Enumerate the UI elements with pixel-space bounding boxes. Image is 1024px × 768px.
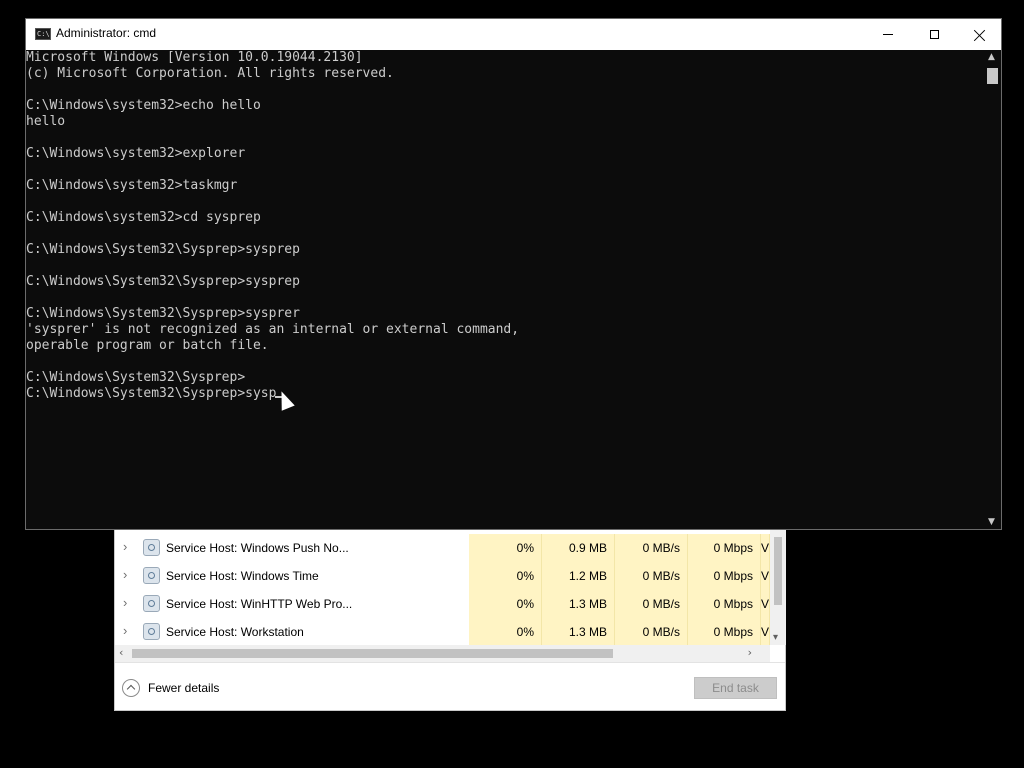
console-line: (c) Microsoft Corporation. All rights re…	[26, 66, 394, 81]
cpu-cell: 0%	[469, 618, 542, 646]
memory-cell: 1.2 MB	[542, 562, 615, 590]
console-input-line[interactable]: C:\Windows\System32\Sysprep>sysp	[26, 386, 984, 402]
scrollbar-thumb[interactable]	[132, 649, 613, 658]
process-name: Service Host: Windows Push No...	[166, 541, 349, 555]
cpu-cell: 0%	[469, 562, 542, 590]
vertical-scrollbar[interactable]: ▲ ▼	[984, 50, 1001, 529]
maximize-button[interactable]	[911, 19, 957, 50]
console-line: C:\Windows\system32>taskmgr	[26, 178, 238, 193]
title-bar[interactable]: C:\ Administrator: cmd	[26, 19, 1001, 50]
console-line: C:\Windows\system32>cd sysprep	[26, 210, 261, 225]
close-button[interactable]	[957, 19, 1003, 50]
scroll-up-icon[interactable]: ▲	[988, 52, 995, 62]
process-name: Service Host: WinHTTP Web Pro...	[166, 597, 353, 611]
chevron-up-icon	[122, 679, 140, 697]
chevron-right-icon[interactable]: ›	[123, 596, 133, 610]
maximize-icon	[929, 30, 939, 39]
console-line: C:\Windows\system32>echo hello	[26, 98, 261, 113]
chevron-right-icon[interactable]: ›	[123, 568, 133, 582]
close-icon	[974, 29, 986, 41]
horizontal-scrollbar[interactable]: ‹ ›	[115, 645, 770, 662]
chevron-right-icon[interactable]: ›	[123, 624, 133, 638]
process-row[interactable]: › Service Host: Windows Time 0% 1.2 MB 0 MB/…	[115, 562, 770, 590]
minimize-icon	[883, 34, 893, 35]
memory-cell: 1.3 MB	[542, 590, 615, 618]
gear-icon	[143, 567, 160, 584]
console-line: C:\Windows\System32\Sysprep>sysprer	[26, 306, 300, 321]
cpu-cell: 0%	[469, 590, 542, 618]
disk-cell: 0 MB/s	[615, 562, 688, 590]
console-line: hello	[26, 114, 66, 129]
cmd-app-icon[interactable]: C:\	[35, 28, 51, 40]
gear-icon	[143, 595, 160, 612]
cmd-window: C:\ Administrator: cmd Microsoft Windows…	[25, 18, 1002, 530]
console-line: C:\Windows\system32>explorer	[26, 146, 246, 161]
console-line: 'sysprer' is not recognized as an intern…	[26, 322, 520, 337]
process-row[interactable]: › Service Host: WinHTTP Web Pro... 0% 1.3 M…	[115, 590, 770, 618]
cpu-cell: 0%	[469, 534, 542, 562]
disk-cell: 0 MB/s	[615, 618, 688, 646]
gear-icon	[143, 623, 160, 640]
scrollbar-thumb[interactable]	[774, 537, 782, 605]
console-line: Microsoft Windows [Version 10.0.19044.21…	[26, 50, 363, 65]
console-line: operable program or batch file.	[26, 338, 269, 353]
network-cell: 0 Mbps	[688, 562, 761, 590]
truncated-cell: V	[761, 590, 770, 618]
scroll-left-icon[interactable]: ‹	[119, 646, 123, 659]
disk-cell: 0 MB/s	[615, 534, 688, 562]
console-line: C:\Windows\System32\Sysprep>sysprep	[26, 274, 300, 289]
console-output[interactable]: Microsoft Windows [Version 10.0.19044.21…	[26, 50, 984, 529]
memory-cell: 1.3 MB	[542, 618, 615, 646]
end-task-button[interactable]: End task	[694, 677, 777, 699]
process-row[interactable]: › Service Host: Windows Push No... 0% 0.9 M…	[115, 534, 770, 562]
memory-cell: 0.9 MB	[542, 534, 615, 562]
scroll-right-icon[interactable]: ›	[748, 646, 752, 659]
window-title: Administrator: cmd	[56, 26, 157, 40]
scrollbar-thumb[interactable]	[987, 68, 998, 84]
network-cell: 0 Mbps	[688, 534, 761, 562]
truncated-cell: V	[761, 618, 770, 646]
network-cell: 0 Mbps	[688, 590, 761, 618]
task-manager-footer: Fewer details End task	[115, 662, 785, 711]
fewer-details-label: Fewer details	[148, 681, 220, 695]
console-input-text: C:\Windows\System32\Sysprep>sysp	[26, 386, 277, 401]
task-manager-window: › Service Host: Windows Push No... 0% 0.9 M…	[114, 520, 786, 711]
scroll-down-icon[interactable]: ▾	[773, 632, 778, 643]
truncated-cell: V	[761, 534, 770, 562]
disk-cell: 0 MB/s	[615, 590, 688, 618]
network-cell: 0 Mbps	[688, 618, 761, 646]
process-row[interactable]: › Service Host: Workstation 0% 1.3 MB 0 MB/s…	[115, 618, 770, 646]
scroll-down-icon[interactable]: ▼	[988, 517, 995, 527]
process-name: Service Host: Windows Time	[166, 569, 319, 583]
vertical-scrollbar[interactable]: ▾	[770, 529, 786, 645]
console-line: C:\Windows\System32\Sysprep>	[26, 370, 246, 385]
truncated-cell: V	[761, 562, 770, 590]
console-line: C:\Windows\System32\Sysprep>sysprep	[26, 242, 300, 257]
fewer-details-button[interactable]: Fewer details	[122, 677, 219, 699]
gear-icon	[143, 539, 160, 556]
minimize-button[interactable]	[865, 19, 911, 50]
process-name: Service Host: Workstation	[166, 625, 304, 639]
chevron-right-icon[interactable]: ›	[123, 540, 133, 554]
